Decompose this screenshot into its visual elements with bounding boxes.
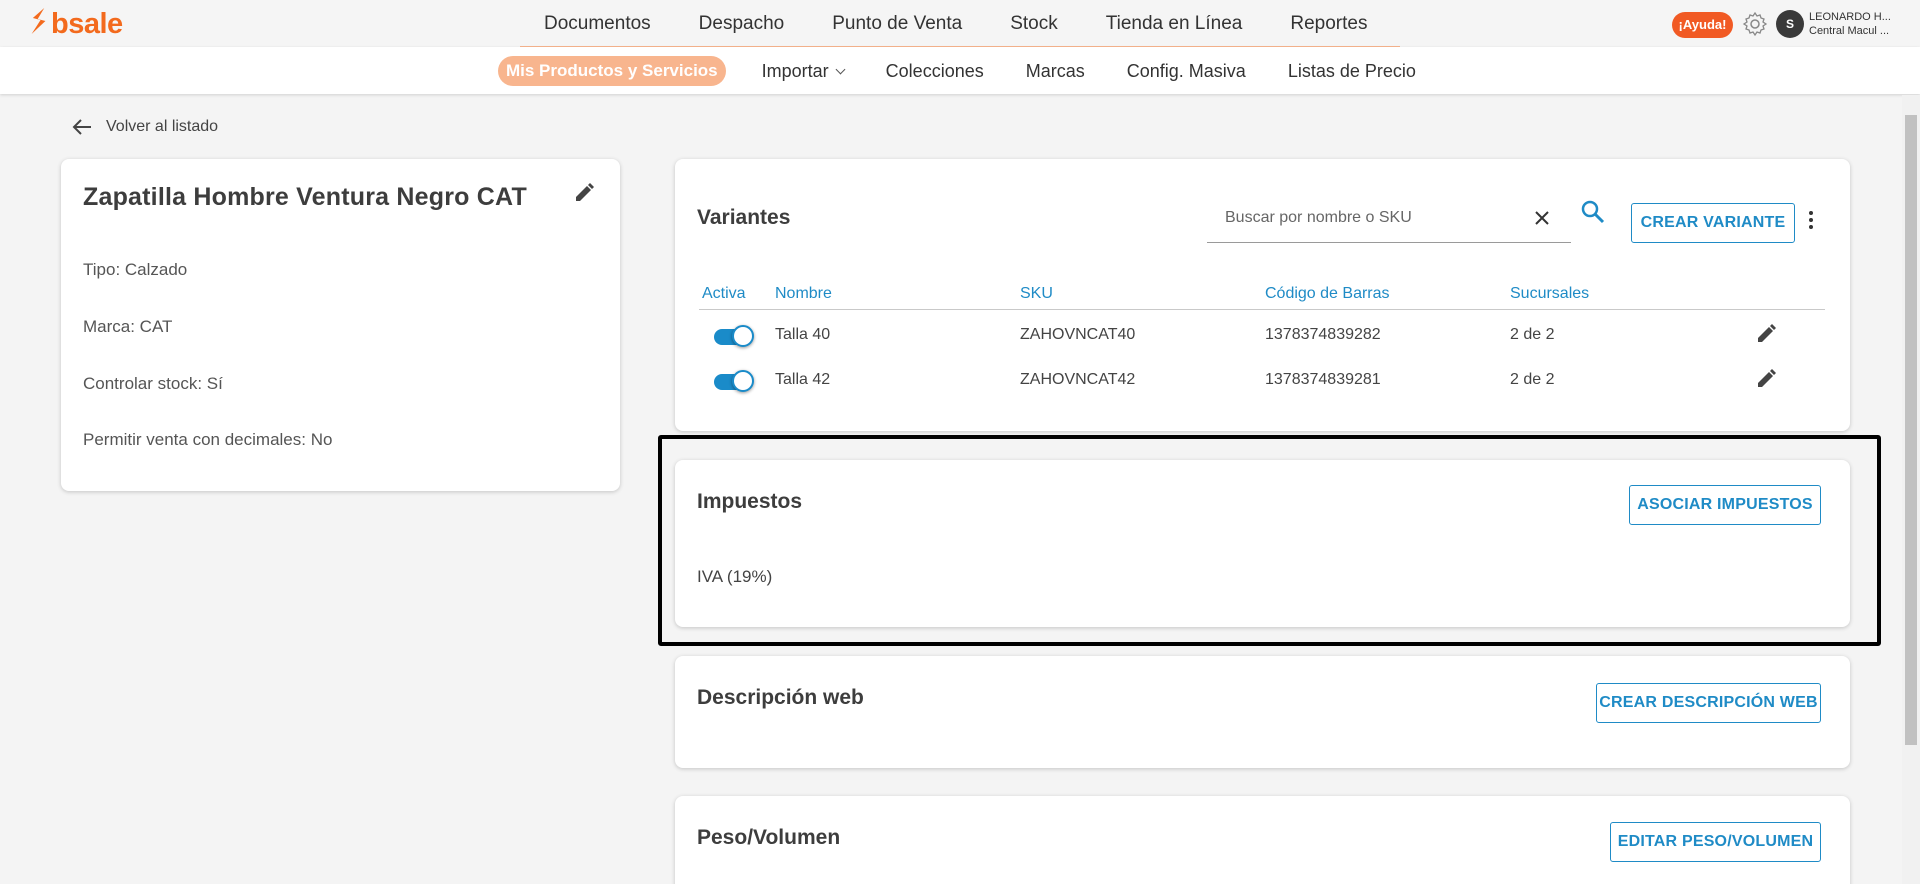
- variant-active-toggle[interactable]: [714, 370, 754, 392]
- user-branch: Central Macul ...: [1809, 25, 1890, 37]
- create-web-description-button[interactable]: CREAR DESCRIPCIÓN WEB: [1596, 683, 1821, 723]
- nav-stock[interactable]: Stock: [986, 0, 1082, 47]
- main-nav: Documentos Despacho Punto de Venta Stock…: [520, 0, 1391, 47]
- arrow-left-icon: [72, 119, 91, 135]
- avatar[interactable]: S: [1776, 10, 1804, 38]
- subnav-config-masiva[interactable]: Config. Masiva: [1106, 56, 1267, 86]
- user-menu[interactable]: LEONARDO H... Central Macul ...: [1809, 10, 1903, 38]
- column-sucursales: Sucursales: [1510, 285, 1590, 302]
- bsale-logo[interactable]: bsale: [25, 6, 123, 42]
- close-icon[interactable]: [1532, 208, 1552, 228]
- create-variant-button[interactable]: CREAR VARIANTE: [1631, 203, 1795, 243]
- highlight-frame: [658, 435, 1881, 646]
- column-activa: Activa: [702, 285, 746, 302]
- edit-product-pencil-icon[interactable]: [573, 182, 595, 204]
- back-label: Volver al listado: [106, 118, 219, 135]
- subnav-listas-de-precio[interactable]: Listas de Precio: [1267, 56, 1437, 86]
- product-type: Tipo: Calzado: [83, 260, 188, 279]
- web-description-card: Descripción web CREAR DESCRIPCIÓN WEB: [675, 656, 1850, 768]
- search-icon[interactable]: [1580, 199, 1606, 225]
- edit-variant-pencil-icon[interactable]: [1755, 368, 1777, 390]
- help-button[interactable]: ¡Ayuda!: [1672, 12, 1733, 38]
- nav-reportes[interactable]: Reportes: [1266, 0, 1391, 47]
- table-header-divider: [699, 309, 1825, 310]
- nav-punto-de-venta[interactable]: Punto de Venta: [808, 0, 986, 47]
- weight-volume-card: Peso/Volumen EDITAR PESO/VOLUMEN: [675, 796, 1850, 884]
- page-scrollbar[interactable]: [1902, 95, 1920, 884]
- variant-search: [1207, 195, 1571, 243]
- product-brand: Marca: CAT: [83, 317, 173, 336]
- sub-nav: Mis Productos y Servicios Importar Colec…: [0, 47, 1920, 94]
- variant-active-toggle[interactable]: [714, 325, 754, 347]
- top-bar: bsale Documentos Despacho Punto de Venta…: [0, 0, 1920, 48]
- logo-text: bsale: [51, 8, 123, 40]
- user-name: LEONARDO H...: [1809, 11, 1891, 23]
- scrollbar-thumb[interactable]: [1905, 115, 1917, 745]
- column-codigo-de-barras: Código de Barras: [1265, 285, 1390, 302]
- subnav-marcas[interactable]: Marcas: [1005, 56, 1106, 86]
- subnav-colecciones[interactable]: Colecciones: [865, 56, 1005, 86]
- subnav-mis-productos[interactable]: Mis Productos y Servicios: [498, 56, 726, 86]
- product-info-card: Zapatilla Hombre Ventura Negro CAT Tipo:…: [61, 159, 620, 491]
- column-nombre: Nombre: [775, 285, 832, 302]
- logo-mark-icon: [25, 6, 50, 42]
- product-stock-control: Controlar stock: Sí: [83, 374, 223, 393]
- variant-sku: ZAHOVNCAT42: [1020, 371, 1136, 388]
- variant-branches: 2 de 2: [1510, 326, 1555, 343]
- nav-despacho[interactable]: Despacho: [675, 0, 809, 47]
- subnav-importar[interactable]: Importar: [741, 56, 865, 86]
- edit-weight-volume-button[interactable]: EDITAR PESO/VOLUMEN: [1610, 822, 1821, 862]
- nav-documentos[interactable]: Documentos: [520, 0, 675, 47]
- column-sku: SKU: [1020, 285, 1053, 302]
- variant-name: Talla 42: [775, 371, 831, 388]
- edit-variant-pencil-icon[interactable]: [1755, 323, 1777, 345]
- variants-card: Variantes CREAR VARIANTE Activa Nombre S…: [675, 159, 1850, 431]
- product-title: Zapatilla Hombre Ventura Negro CAT: [83, 183, 527, 211]
- weight-volume-title: Peso/Volumen: [697, 826, 841, 849]
- variant-branches: 2 de 2: [1510, 371, 1555, 388]
- variant-sku: ZAHOVNCAT40: [1020, 326, 1136, 343]
- gear-icon[interactable]: [1742, 11, 1768, 37]
- variants-title: Variantes: [697, 206, 791, 229]
- variant-name: Talla 40: [775, 326, 831, 343]
- variant-barcode: 1378374839281: [1265, 371, 1381, 388]
- more-vert-icon[interactable]: [1807, 209, 1815, 233]
- product-decimal-sale: Permitir venta con decimales: No: [83, 430, 333, 449]
- chevron-down-icon: [835, 64, 846, 74]
- variant-barcode: 1378374839282: [1265, 326, 1381, 343]
- back-to-list-link[interactable]: Volver al listado: [72, 118, 218, 136]
- variant-search-input[interactable]: [1207, 195, 1527, 241]
- web-description-title: Descripción web: [697, 686, 864, 709]
- subnav-importar-label: Importar: [761, 61, 829, 81]
- nav-tienda-en-linea[interactable]: Tienda en Línea: [1082, 0, 1267, 47]
